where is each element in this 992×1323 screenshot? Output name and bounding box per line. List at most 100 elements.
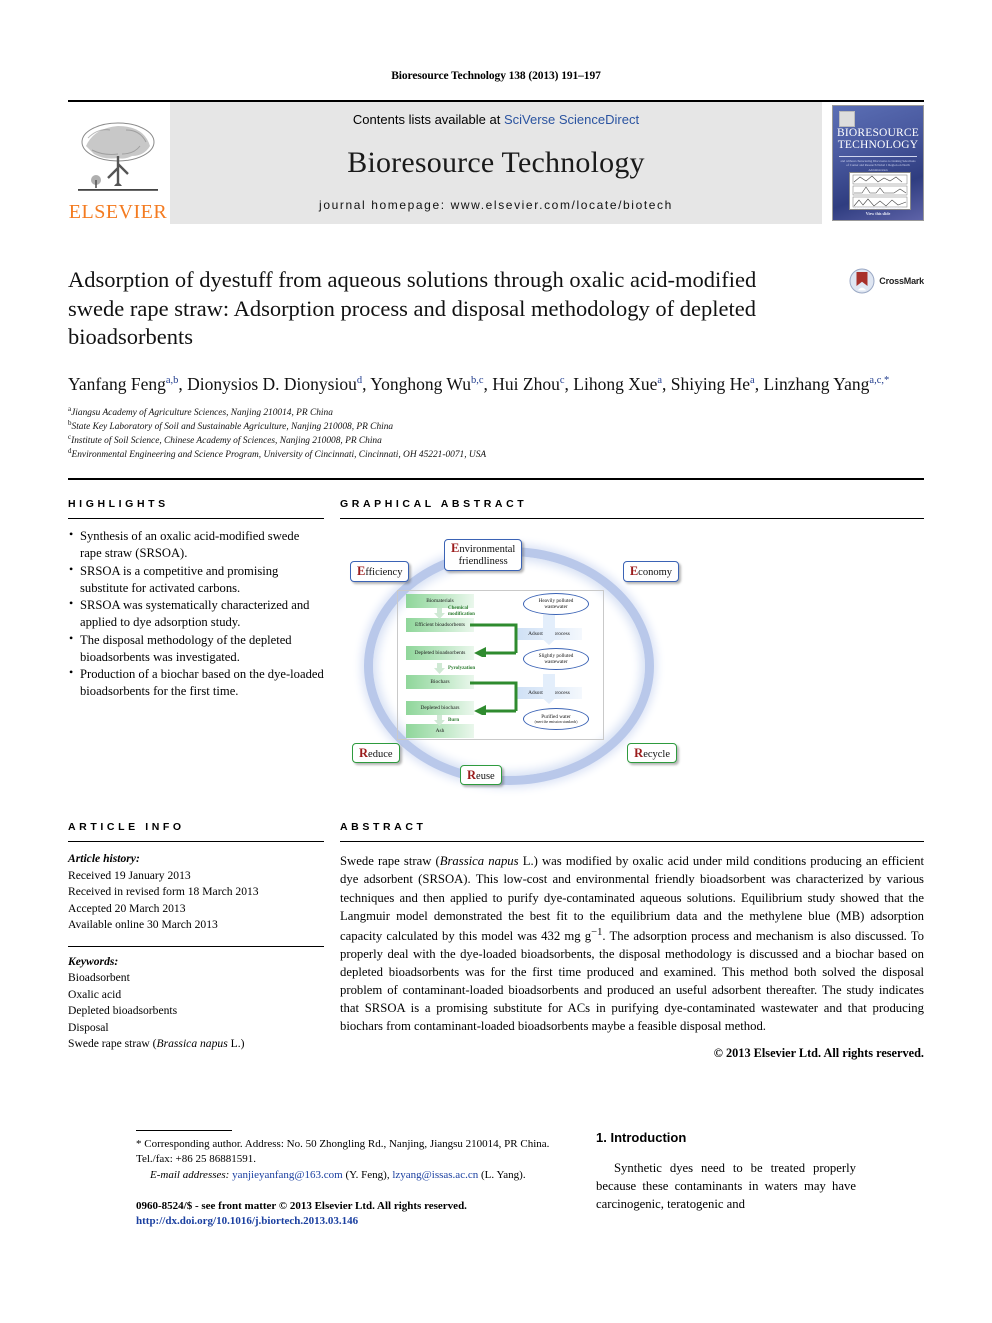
graphical-abstract-figure: Efficiency Environmental friendliness Ec… (340, 533, 924, 791)
ga-node-env-rest: nvironmental (459, 544, 516, 556)
article-history-lines: Received 19 January 2013 Received in revi… (68, 868, 324, 934)
footnote-column: * Corresponding author. Address: No. 50 … (136, 1130, 556, 1227)
keyword-item: Disposal (68, 1020, 109, 1034)
highlight-item: Production of a biochar based on the dye… (68, 665, 324, 699)
highlight-item: The disposal methodology of the depleted… (68, 631, 324, 665)
author-name: Yanfang Feng (68, 373, 166, 394)
author-name: Hui Zhou (492, 373, 560, 394)
author-affiliation-marker: b,c (470, 374, 484, 386)
ga-node-reduce-rest: educe (368, 748, 393, 760)
elsevier-wordmark: ELSEVIER (68, 201, 168, 223)
crossmark-label: CrossMark (879, 276, 924, 286)
ga-node-reduce-cap: R (359, 745, 369, 760)
ga-node-environmental-friendliness: Environmental friendliness (444, 539, 523, 571)
email-label: E-mail addresses: (150, 1168, 230, 1181)
highlight-item: SRSOA was systematically characterized a… (68, 596, 324, 630)
abstract-species: Brassica napus (439, 854, 519, 869)
ga-node-reuse-cap: R (467, 767, 477, 782)
ga-label-burn: Burn (448, 718, 460, 724)
introduction-column: 1. Introduction Synthetic dyes need to b… (556, 1130, 856, 1227)
article-history-block: Article history: Received 19 January 201… (68, 851, 324, 933)
author-affiliation-marker: a (750, 374, 755, 386)
sciencedirect-link[interactable]: SciVerse ScienceDirect (504, 112, 639, 127)
abstract-body: Swede rape straw (Brassica napus L.) was… (340, 854, 925, 1033)
ga-oval-heavily-polluted: Heavily polluted wastewater (523, 593, 589, 616)
journal-cover-thumbnail: BIORESOURCE TECHNOLOGY and without chara… (832, 105, 924, 221)
author-affiliation-marker: d (356, 374, 363, 386)
ga-node-economy: Economy (622, 561, 679, 583)
abstract-column: ABSTRACT Swede rape straw (Brassica napu… (340, 803, 924, 1061)
email-link-1[interactable]: yanjieyanfang@163.com (232, 1169, 343, 1181)
footnote-rule (136, 1130, 232, 1131)
doi-link[interactable]: http://dx.doi.org/10.1016/j.biortech.201… (136, 1215, 556, 1227)
issn-copyright-line: 0960-8524/$ - see front matter © 2013 El… (136, 1200, 467, 1213)
ga-arrow-pyrolyzation-icon (434, 663, 445, 675)
author-name: Dionysios D. Dionysiou (187, 373, 357, 394)
ga-oval-slightly-line1: Slightly polluted (538, 653, 574, 660)
running-head: Bioresource Technology 138 (2013) 191–19… (391, 70, 601, 82)
ga-arrow-chemical-modification-icon (434, 608, 445, 620)
ga-chip-biochars: Biochars (406, 675, 474, 690)
highlights-heading: HIGHLIGHTS (68, 498, 169, 511)
ga-node-env-line2: friendliness (458, 556, 508, 568)
author-name: Shiying He (670, 373, 751, 394)
email-addresses-note: E-mail addresses: yanjieyanfang@163.com … (136, 1168, 556, 1183)
ga-chip-efficient-bioadsorbents: Efficient bioadsorbents (406, 618, 474, 633)
journal-homepage-line[interactable]: journal homepage: www.elsevier.com/locat… (319, 198, 673, 212)
author-affiliation-marker: a,b (165, 374, 179, 386)
crossmark-badge[interactable]: CrossMark (849, 268, 924, 294)
author-affiliation-marker: a,c,* (869, 374, 890, 386)
ga-node-reduce: Reduce (352, 742, 400, 764)
info-abstract-row: ARTICLE INFO Article history: Received 1… (68, 803, 924, 1061)
ga-arrow-burn-icon (434, 715, 445, 727)
ga-connector-1 (470, 623, 518, 658)
ga-oval-purified-line2: (meet the emission standards) (534, 720, 578, 725)
author-list: Yanfang Fenga,b, Dionysios D. Dionysioud… (68, 373, 890, 394)
cover-subtitle: and without charactering Discoverus to L… (839, 156, 917, 172)
keyword-item: Depleted bioadsorbents (68, 1004, 178, 1018)
author-affiliation-marker: a (657, 374, 663, 386)
affiliation-list: aJiangsu Academy of Agriculture Sciences… (68, 404, 924, 463)
elsevier-tree-icon (78, 122, 158, 191)
article-history-item: Received 19 January 2013 (68, 868, 191, 882)
cover-figure-plots (852, 174, 908, 208)
abstract-copyright: © 2013 Elsevier Ltd. All rights reserved… (713, 1046, 924, 1060)
ga-node-reuse: Reuse (460, 764, 502, 786)
keyword-item: Swede rape straw (Brassica napus L.) (68, 1036, 245, 1050)
keyword-item: Bioadsorbent (68, 971, 130, 985)
ga-inner-flow: Biomaterials Efficient bioadsorbents Dep… (397, 590, 604, 741)
highlights-graphical-row: HIGHLIGHTS Synthesis of an oxalic acid-m… (68, 480, 924, 791)
author-name: Lihong Xue (573, 373, 658, 394)
affiliation-item: aJiangsu Academy of Agriculture Sciences… (68, 404, 333, 418)
ga-oval-heavily-line2: wastewater (544, 604, 568, 611)
graphical-abstract-column: GRAPHICAL ABSTRACT Efficiency Environmen… (340, 480, 924, 791)
article-info-heading: ARTICLE INFO (68, 821, 185, 834)
title-block: Adsorption of dyestuff from aqueous solu… (68, 266, 924, 462)
corresponding-author-text: Corresponding author. Address: No. 50 Zh… (136, 1138, 550, 1166)
contents-available-line: Contents lists available at SciVerse Sci… (353, 112, 639, 127)
affiliation-item: bState Key Laboratory of Soil and Sustai… (68, 418, 394, 432)
email-link-2[interactable]: lzyang@issas.ac.cn (392, 1169, 478, 1181)
email-owner-2: (L. Yang). (478, 1168, 526, 1181)
ga-connector-2 (470, 681, 518, 716)
article-history-item: Accepted 20 March 2013 (68, 901, 186, 915)
ga-chip-ash: Ash (406, 724, 474, 739)
highlights-rule (68, 518, 324, 520)
highlight-item: Synthesis of an oxalic acid-modified swe… (68, 527, 324, 561)
page-title: Adsorption of dyestuff from aqueous solu… (68, 267, 757, 350)
highlight-item: SRSOA is a competitive and promising sub… (68, 562, 324, 596)
article-history-item: Received in revised form 18 March 2013 (68, 885, 259, 899)
article-history-item: Available online 30 March 2013 (68, 918, 218, 932)
article-info-rule (68, 841, 324, 843)
author-name: Linzhang Yang (763, 373, 870, 394)
ga-node-recycle-cap: R (634, 745, 644, 760)
article-first-page: Bioresource Technology 138 (2013) 191–19… (0, 0, 992, 1323)
highlights-list: Synthesis of an oxalic acid-modified swe… (68, 527, 324, 699)
abstract-unit-exponent: −1 (591, 926, 603, 938)
cover-title-line1: BIORESOURCE (836, 127, 920, 139)
ga-oval-heavily-line1: Heavily polluted (538, 598, 574, 605)
abstract-rule (340, 841, 924, 843)
journal-title: Bioresource Technology (347, 145, 645, 179)
affiliation-marker: a (68, 404, 72, 413)
ga-blue-flow-arrow-2-icon (538, 674, 560, 705)
